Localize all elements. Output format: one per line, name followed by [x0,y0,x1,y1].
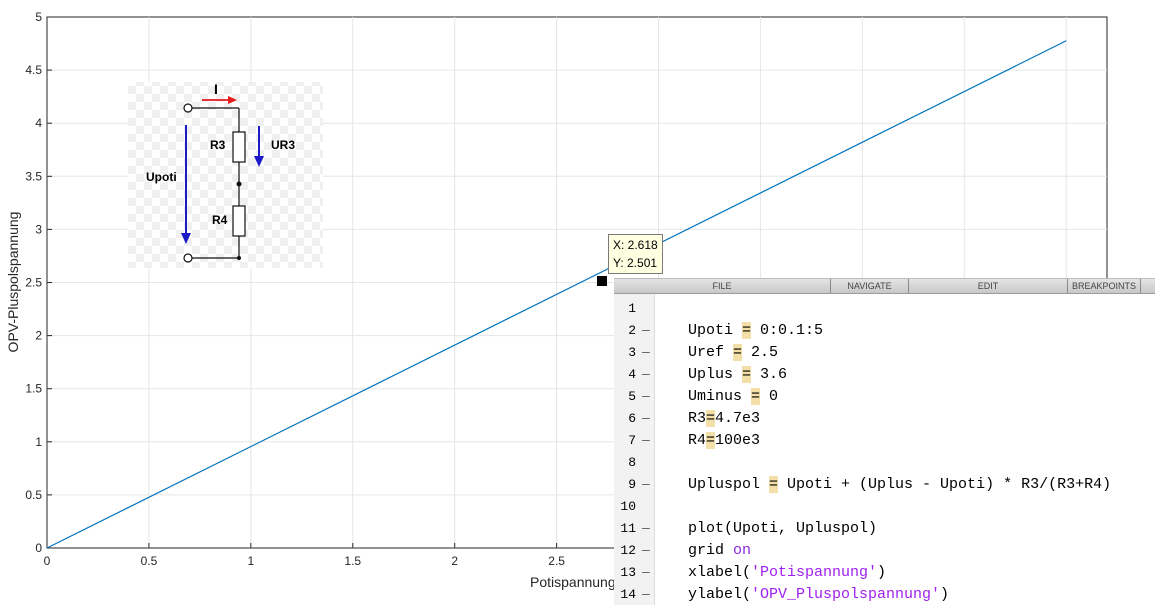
code-text: Uref = 2.5 [688,344,779,361]
datatip-x: X: 2.618 [613,238,658,252]
y-tick-label: 2 [35,329,42,343]
breakpoint-dash[interactable]: — [642,342,650,364]
node-dot-bottom [237,256,241,260]
code-text: Uplus = 3.6 [688,366,788,383]
r4-label: R4 [212,213,228,227]
line-number: 9 [628,477,636,492]
y-tick-label: 3.5 [25,169,42,183]
y-tick-label: 5 [35,10,42,24]
breakpoint-dash[interactable]: — [642,320,650,342]
y-tick-label: 1.5 [25,382,42,396]
code-text: R3=4.7e3 [688,410,761,427]
code-text: xlabel('Potispannung') [688,564,887,581]
line-number: 10 [620,499,636,514]
r3-label: R3 [210,138,226,152]
code-text: R4=100e3 [688,432,761,449]
datatip-marker[interactable] [597,276,607,286]
line-number: 13 [620,565,636,580]
breakpoint-dash[interactable]: — [642,364,650,386]
y-tick-label: 0 [35,541,42,555]
breakpoint-dash[interactable]: — [642,540,650,562]
code-line[interactable]: 12 — grid on [614,540,1155,562]
code-line[interactable]: 14 — ylabel('OPV_Pluspolspannung') [614,584,1155,605]
code-line[interactable]: 5 — Uminus = 0 [614,386,1155,408]
y-tick-label: 3 [35,222,42,236]
line-number: 4 [628,367,636,382]
ur3-label: UR3 [271,138,295,152]
current-label: I [214,81,218,97]
x-tick-label: 0.5 [141,554,158,568]
line-number: 7 [628,433,636,448]
x-axis-label: Potispannung [530,574,616,590]
upoti-label: Upoti [146,170,177,184]
x-tick-label: 1 [248,554,255,568]
code-line[interactable]: 6 — R3=4.7e3 [614,408,1155,430]
y-tick-label: 4 [35,116,42,130]
code-text: plot(Upoti, Upluspol) [688,520,878,537]
tab-navigate[interactable]: NAVIGATE [831,279,909,293]
code-line[interactable]: 10 [614,496,1155,518]
code-line[interactable]: 7 — R4=100e3 [614,430,1155,452]
code-line[interactable]: 2 — Upoti = 0:0.1:5 [614,320,1155,342]
circuit-diagram: I Upoti UR3 R3 R4 [128,81,323,268]
editor-toolbar-tabs: FILE NAVIGATE EDIT BREAKPOINTS [614,279,1155,294]
terminal-bottom [183,253,193,263]
x-tick-label: 2.5 [548,554,565,568]
code-line[interactable]: 1 [614,298,1155,320]
line-number: 2 [628,323,636,338]
node-dot-mid [236,181,242,187]
y-tick-label: 0.5 [25,488,42,502]
breakpoint-dash[interactable]: — [642,562,650,584]
line-number: 14 [620,587,636,602]
line-number: 12 [620,543,636,558]
code-editor[interactable]: FILE NAVIGATE EDIT BREAKPOINTS 1 2— Upoti … [614,278,1155,605]
code-line[interactable]: 8 [614,452,1155,474]
breakpoint-dash[interactable]: — [642,408,650,430]
x-tick-label: 2 [451,554,458,568]
tab-file[interactable]: FILE [614,279,831,293]
y-axis-label: OPV-Pluspolspannung [5,212,21,353]
code-text: grid on [688,542,752,559]
terminal-top [183,103,193,113]
line-number: 5 [628,389,636,404]
code-line[interactable]: 13 — xlabel('Potispannung') [614,562,1155,584]
breakpoint-dash[interactable]: — [642,430,650,452]
code-line[interactable]: 3 — Uref = 2.5 [614,342,1155,364]
code-text: Upoti = 0:0.1:5 [688,322,824,339]
breakpoint-dash[interactable]: — [642,584,650,605]
y-tick-label: 2.5 [25,276,42,290]
y-tick-label: 4.5 [25,63,42,77]
y-tick-label: 1 [35,435,42,449]
breakpoint-dash[interactable]: — [642,386,650,408]
code-text: Uminus = 0 [688,388,779,405]
line-number: 1 [628,301,636,316]
breakpoint-dash[interactable]: — [642,474,650,496]
x-tick-label: 1.5 [344,554,361,568]
tab-edit[interactable]: EDIT [909,279,1068,293]
line-number: 11 [620,521,636,536]
r3-resistor [232,131,246,163]
code-text: ylabel('OPV_Pluspolspannung') [688,586,950,603]
breakpoint-dash[interactable]: — [642,518,650,540]
tab-breakpoints[interactable]: BREAKPOINTS [1068,279,1141,293]
line-number: 3 [628,345,636,360]
code-line[interactable]: 11 — plot(Upoti, Upluspol) [614,518,1155,540]
datatip-y: Y: 2.501 [613,256,658,270]
datatip[interactable]: X: 2.618 Y: 2.501 [608,234,663,274]
line-number: 8 [628,455,636,470]
code-line[interactable]: 4 — Uplus = 3.6 [614,364,1155,386]
line-number: 6 [628,411,636,426]
x-tick-label: 0 [44,554,51,568]
code-text: Upluspol = Upoti + (Uplus - Upoti) * R3/… [688,476,1112,493]
code-line[interactable]: 9 — Upluspol = Upoti + (Uplus - Upoti) * R… [614,474,1155,496]
r4-resistor [232,205,246,237]
